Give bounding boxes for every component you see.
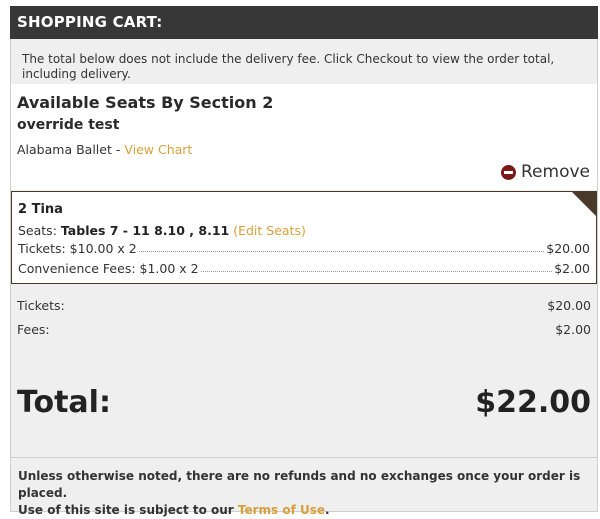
seats-value: Tables 7 - 11 8.10 , 8.11	[60, 223, 230, 238]
policy-prefix: Use of this site is subject to our	[18, 503, 238, 517]
remove-button[interactable]: Remove	[501, 162, 590, 182]
seats-line: Seats: Tables 7 - 11 8.10 , 8.11 (Edit S…	[18, 223, 306, 238]
total-label: Total:	[17, 385, 111, 420]
edit-seats-link[interactable]: (Edit Seats)	[233, 223, 306, 238]
cart-item: 2 Tina Seats: Tables 7 - 11 8.10 , 8.11 …	[11, 191, 597, 284]
terms-of-use-link[interactable]: Terms of Use	[238, 503, 325, 517]
event-block: Available Seats By Section 2 override te…	[11, 84, 597, 190]
venue-separator: -	[111, 142, 125, 157]
total-row: Total: $22.00	[17, 385, 591, 420]
item-tickets-amount: $20.00	[546, 241, 590, 256]
remove-icon	[501, 164, 516, 180]
event-title: Available Seats By Section 2	[17, 93, 274, 112]
divider	[11, 457, 597, 458]
item-tickets-label: Tickets: $10.00 x 2	[18, 241, 137, 256]
summary-fees-amount: $2.00	[555, 322, 591, 337]
venue-name: Alabama Ballet	[17, 142, 112, 157]
event-subtitle: override test	[17, 117, 120, 133]
item-name: 2 Tina	[18, 202, 63, 217]
item-fees-label: Convenience Fees: $1.00 x 2	[18, 261, 199, 276]
policy-line-2: Use of this site is subject to our Terms…	[18, 502, 588, 519]
policy-suffix: .	[325, 503, 330, 517]
item-fees-row: Convenience Fees: $1.00 x 2 $2.00	[18, 261, 590, 276]
summary-tickets-label: Tickets:	[17, 298, 65, 313]
seats-prefix: Seats:	[18, 223, 61, 238]
policy-text: Unless otherwise noted, there are no ref…	[18, 468, 588, 519]
corner-flag-icon	[571, 191, 597, 217]
delivery-notice: The total below does not include the del…	[22, 52, 555, 81]
summary-tickets-row: Tickets: $20.00	[17, 298, 591, 313]
item-tickets-row: Tickets: $10.00 x 2 $20.00	[18, 241, 590, 256]
cart-header: SHOPPING CART:	[10, 6, 598, 39]
item-fees-amount: $2.00	[554, 261, 590, 276]
dot-leader	[138, 241, 545, 252]
summary-fees-label: Fees:	[17, 322, 50, 337]
remove-label: Remove	[521, 162, 590, 182]
policy-line-1: Unless otherwise noted, there are no ref…	[18, 469, 581, 500]
summary-tickets-amount: $20.00	[547, 298, 591, 313]
event-venue-line: Alabama Ballet - View Chart	[17, 142, 192, 157]
view-chart-link[interactable]: View Chart	[124, 142, 192, 157]
total-amount: $22.00	[475, 385, 591, 420]
summary-fees-row: Fees: $2.00	[17, 322, 591, 337]
dot-leader	[200, 261, 553, 272]
